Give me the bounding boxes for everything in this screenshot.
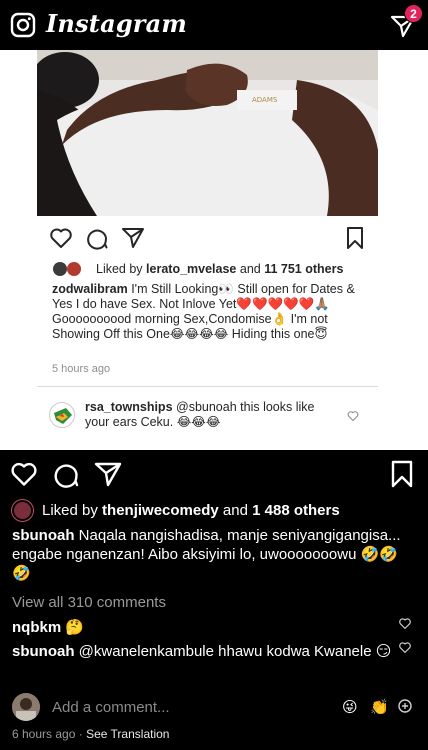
share-icon[interactable] (94, 460, 122, 488)
liked-by-user: thenjiwecomedy (102, 502, 219, 519)
embedded-liker-avatars (53, 262, 81, 276)
quick-reaction-button[interactable]: 😜 (342, 698, 358, 716)
comment-row: sbunoah @kwanelenkambule hhawu kodwa Kwa… (12, 643, 392, 660)
current-user-avatar (12, 693, 40, 721)
post-image[interactable]: ADAMS Liked by lerato_mvelase and 11 751… (0, 50, 428, 450)
embedded-liked-by: Liked by lerato_mvelase and 11 751 other… (96, 262, 344, 276)
liked-by[interactable]: Liked by thenjiwecomedy and 1 488 others (42, 502, 340, 519)
embedded-divider (37, 386, 378, 387)
comment-icon[interactable] (52, 460, 80, 488)
add-comment-input[interactable]: Add a comment... (52, 699, 170, 716)
post-caption: sbunoah Naqala nangishadisa, manje seniy… (12, 527, 401, 582)
like-heart-icon[interactable] (10, 460, 38, 488)
embedded-photo: ADAMS (37, 50, 378, 216)
comment-user[interactable]: nqbkm (12, 619, 61, 636)
liker-avatar (12, 500, 33, 521)
comment-row: nqbkm 🤔 (12, 619, 85, 636)
comment-like-icon[interactable] (398, 617, 412, 630)
bookmark-icon[interactable] (388, 460, 416, 488)
add-emoji-icon[interactable] (398, 699, 412, 713)
embedded-action-bar (37, 224, 378, 252)
view-all-comments-link[interactable]: View all 310 comments (12, 594, 166, 611)
embedded-bookmark-icon (347, 227, 363, 249)
comment-like-icon[interactable] (398, 641, 412, 654)
post-author[interactable]: sbunoah (12, 527, 75, 544)
embedded-commenter-avatar (49, 402, 75, 428)
embedded-timestamp: 5 hours ago (52, 363, 111, 375)
post-meta: 6 hours ago · See Translation (12, 727, 170, 741)
camera-icon[interactable] (10, 12, 36, 38)
top-app-bar: Instagram 2 (0, 0, 428, 50)
embedded-comment-heart-icon (347, 411, 359, 422)
see-translation-link[interactable]: See Translation (86, 727, 169, 741)
embedded-author: zodwalibram (52, 282, 128, 296)
notification-badge: 2 (404, 4, 423, 23)
svg-text:ADAMS: ADAMS (252, 96, 278, 104)
quick-reaction-button[interactable]: 👏 (370, 698, 389, 716)
embedded-comment: rsa_townships @sbunoah this looks like y… (85, 400, 315, 429)
embedded-share-icon (122, 228, 144, 248)
embedded-photo-illustration: ADAMS (37, 50, 378, 216)
app-title: Instagram (46, 9, 187, 38)
liked-by-count: 1 488 others (252, 502, 340, 519)
post-timestamp: 6 hours ago (12, 727, 76, 741)
comment-user[interactable]: sbunoah (12, 643, 75, 660)
embedded-heart-icon (50, 228, 72, 248)
embedded-caption: zodwalibram I'm Still Looking👀 Still ope… (52, 282, 355, 341)
post-action-bar (0, 458, 428, 490)
embedded-comment-icon (87, 229, 108, 250)
